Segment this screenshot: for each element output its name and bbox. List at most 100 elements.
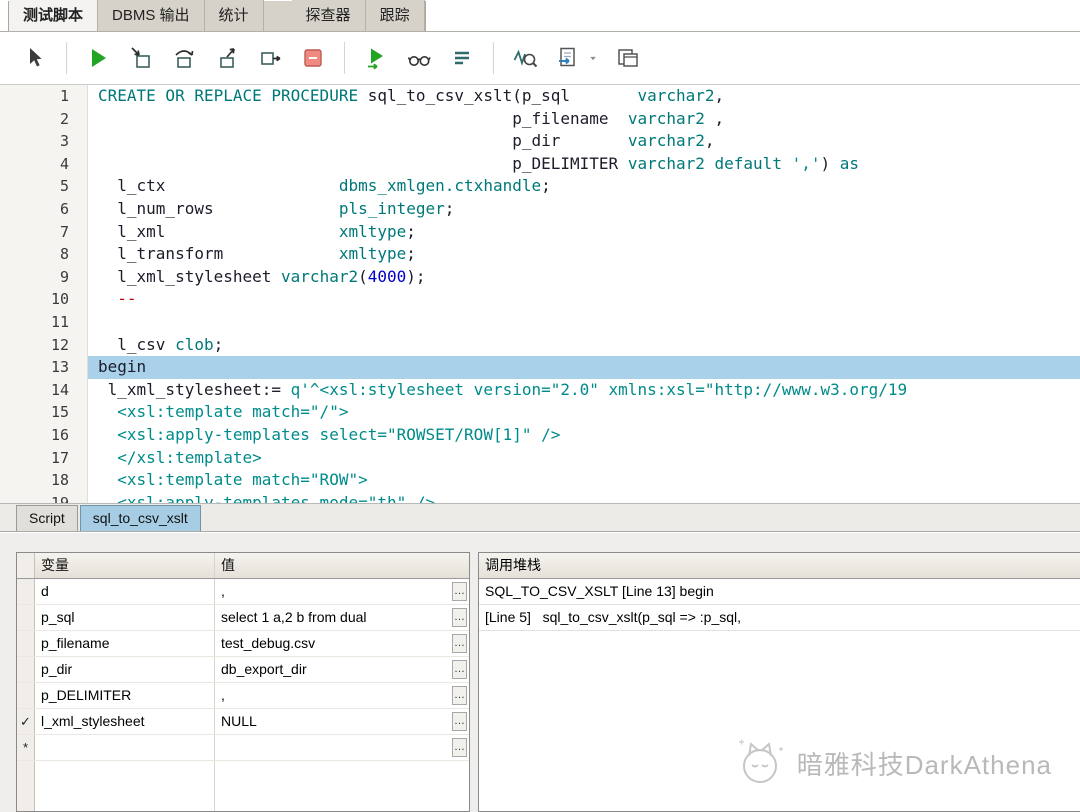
step-into-button[interactable] (126, 43, 156, 73)
select-pointer-button[interactable] (20, 43, 50, 73)
variable-value-cell[interactable]: select 1 a,2 b from dual… (215, 605, 469, 630)
indicator-column-header (17, 553, 35, 578)
line-number: 9 (59, 267, 69, 286)
value-column-header: 值 (221, 557, 235, 573)
variable-row[interactable]: p_filename test_debug.csv … (17, 631, 469, 657)
line-number: 3 (59, 132, 69, 151)
dbms-output-button[interactable] (447, 43, 477, 73)
code-editor[interactable]: 1 2 3 4 5 6 7 8 9 10 11 12 13 14 15 16 17 18 19 CREATE OR … (0, 85, 1080, 504)
line-number: 2 (59, 109, 69, 128)
tab-statistics[interactable]: 统计 (204, 0, 264, 31)
toolbar-separator (66, 42, 67, 74)
line-number: 7 (59, 222, 69, 241)
ellipsis-button[interactable]: … (452, 582, 467, 601)
line-number: 11 (50, 312, 69, 331)
tab-dbms-output[interactable]: DBMS 输出 (98, 0, 205, 31)
tab-profiler[interactable]: 探查器 (291, 0, 366, 31)
row-indicator: * (17, 735, 35, 760)
variable-row[interactable]: p_dir db_export_dir… (17, 657, 469, 683)
variable-name-cell[interactable]: l_xml_stylesheet (35, 709, 215, 734)
editor-gutter[interactable]: 1 2 3 4 5 6 7 8 9 10 11 12 13 14 15 16 17 18 19 (0, 85, 88, 503)
variable-value-cell[interactable]: NULL … (215, 709, 469, 734)
export-results-button[interactable] (553, 43, 583, 73)
debug-toolbar (0, 32, 1080, 85)
tab-spacer (263, 1, 292, 31)
code-area[interactable]: CREATE OR REPLACE PROCEDURE sql_to_csv_x… (88, 85, 1080, 503)
variable-value-text: NULL (221, 713, 257, 729)
line-number: 6 (59, 199, 69, 218)
tab-trace[interactable]: 跟踪 (365, 0, 425, 31)
callstack-entry[interactable]: [Line 5] sql_to_csv_xslt(p_sql => :p_sql… (479, 605, 1080, 631)
variable-row[interactable]: d,… (17, 579, 469, 605)
code-line-6: l_num_rows pls_integer; (98, 198, 455, 218)
run-button[interactable] (83, 43, 113, 73)
darkathena-logo (738, 739, 783, 783)
ellipsis-button[interactable]: … (452, 608, 467, 627)
ellipsis-button[interactable]: … (452, 686, 467, 705)
code-line-18: <xsl:template match="ROW"> (98, 470, 368, 490)
variable-value-cell[interactable]: db_export_dir… (215, 657, 469, 682)
watermark: 暗雅科技DarkAthena (733, 736, 1052, 790)
watermark-text: 暗雅科技DarkAthena (796, 749, 1052, 780)
line-number: 17 (50, 448, 69, 467)
grid-filler (17, 761, 469, 811)
ellipsis-button[interactable]: … (452, 634, 467, 653)
line-number: 8 (59, 245, 69, 264)
code-line-8: l_transform xmltype; (98, 244, 416, 264)
variable-value-cell[interactable]: … (215, 735, 469, 760)
variable-name-cell[interactable]: p_dir (35, 657, 215, 682)
variable-value-cell[interactable]: ,… (215, 579, 469, 604)
dropdown-caret[interactable] (586, 43, 600, 73)
code-line-14: l_xml_stylesheet:= q'^<xsl:stylesheet ve… (98, 379, 908, 399)
variable-row[interactable]: ✓ l_xml_stylesheet NULL … (17, 709, 469, 735)
variable-value-cell[interactable]: ,… (215, 683, 469, 708)
tab-test-script[interactable]: 测试脚本 (9, 0, 99, 31)
variable-row[interactable]: p_sql select 1 a,2 b from dual… (17, 605, 469, 631)
variable-name-cell[interactable]: p_filename (35, 631, 215, 656)
variable-name-cell[interactable]: p_DELIMITER (35, 683, 215, 708)
window-list-button[interactable] (613, 43, 643, 73)
variable-value-cell[interactable]: test_debug.csv … (215, 631, 469, 656)
row-indicator (17, 605, 35, 630)
run-to-exception-button[interactable] (255, 43, 285, 73)
result-tab-bar: Script sql_to_csv_xslt (0, 504, 1080, 532)
result-tab-script[interactable]: Script (16, 505, 78, 531)
variable-name-cell[interactable] (35, 735, 215, 760)
line-number: 13 (50, 358, 69, 377)
callstack-header: 调用堆栈 (479, 553, 1080, 579)
variable-value-text: test_debug.csv (221, 635, 316, 651)
callstack-entry[interactable]: SQL_TO_CSV_XSLT [Line 13] begin (479, 579, 1080, 605)
profiler-button[interactable] (510, 43, 540, 73)
line-number: 16 (50, 425, 69, 444)
value-column-filler (215, 761, 469, 811)
code-line-10: -- (98, 289, 137, 309)
start-debugger-button[interactable] (361, 43, 391, 73)
result-tab-sql-to-csv-xslt[interactable]: sql_to_csv_xslt (79, 505, 201, 531)
variable-row[interactable]: p_DELIMITER,… (17, 683, 469, 709)
variable-column-header: 变量 (35, 553, 215, 578)
line-number: 15 (50, 403, 69, 422)
code-line-1: CREATE OR REPLACE PROCEDURE sql_to_csv_x… (98, 86, 725, 105)
breakpoint-button[interactable] (298, 43, 328, 73)
row-indicator: ✓ (17, 709, 35, 734)
step-over-button[interactable] (169, 43, 199, 73)
code-line-7: l_xml xmltype; (98, 221, 416, 241)
toolbar-separator (493, 42, 494, 74)
line-number: 1 (59, 87, 69, 105)
watches-button[interactable] (404, 43, 434, 73)
toolbar-separator (344, 42, 345, 74)
code-line-3: p_dir varchar2, (98, 131, 715, 151)
variable-name-cell[interactable]: d (35, 579, 215, 604)
variable-name-cell[interactable]: p_sql (35, 605, 215, 630)
line-number: 4 (59, 154, 69, 173)
line-number: 10 (50, 290, 69, 309)
variable-row[interactable]: *… (17, 735, 469, 761)
step-out-button[interactable] (212, 43, 242, 73)
ellipsis-button[interactable]: … (452, 660, 467, 679)
ellipsis-button[interactable]: … (452, 738, 467, 757)
ellipsis-button[interactable]: … (452, 712, 467, 731)
code-line-19: <xsl:apply-templates mode="th" /> (98, 492, 436, 503)
variable-value-text: , (221, 583, 225, 599)
code-line-15: <xsl:template match="/"> (98, 402, 349, 422)
variables-header-row: 变量 值 (17, 553, 469, 579)
